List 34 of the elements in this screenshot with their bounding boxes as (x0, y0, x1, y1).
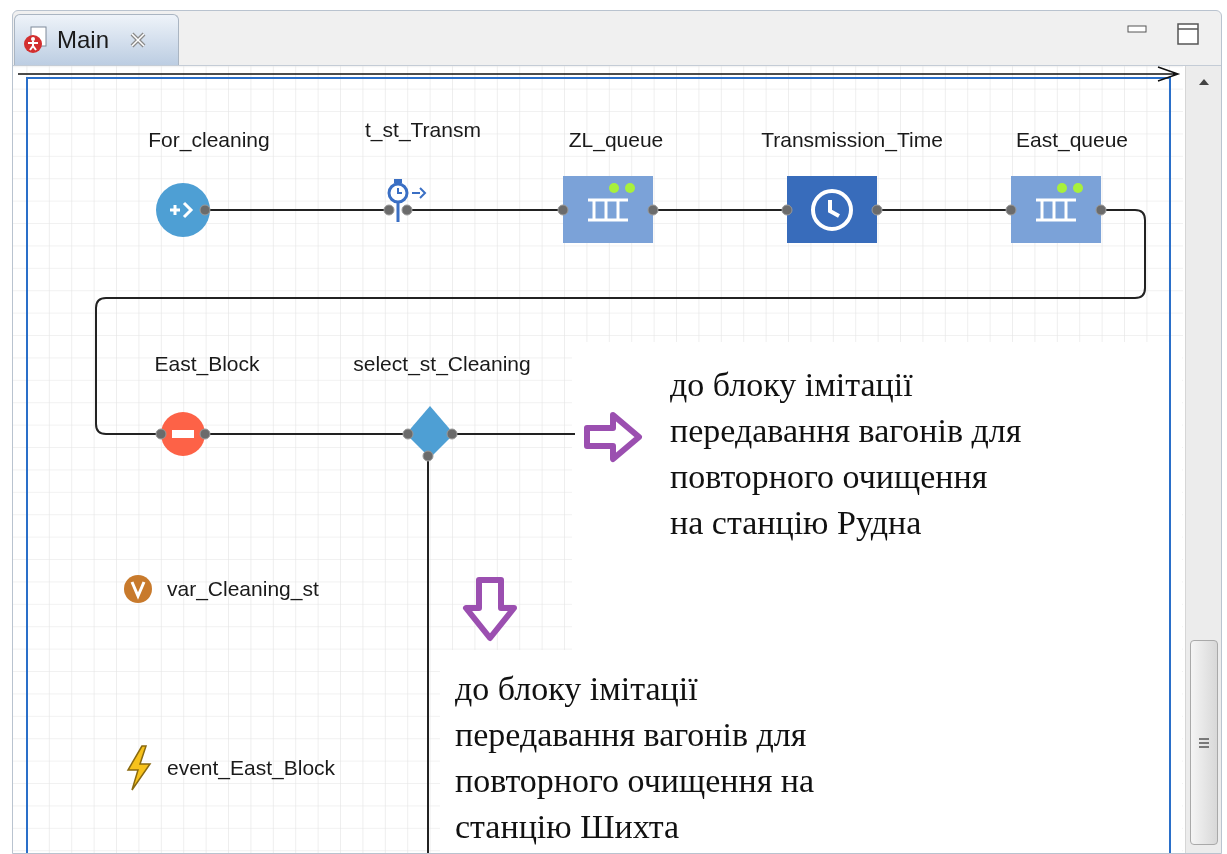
maximize-button[interactable] (1177, 23, 1199, 45)
element-label: event_East_Block (167, 755, 336, 782)
minimize-icon (1127, 25, 1147, 33)
stopwatch-icon (383, 179, 427, 222)
block-label: t_st_Transm (365, 117, 481, 144)
minimize-button[interactable] (1127, 23, 1147, 35)
delay-block-icon (781, 176, 883, 243)
element-label: var_Cleaning_st (167, 576, 319, 603)
annotation-text: до блоку імітації передавання вагонів для повторного очищення на станцію Шихта (455, 669, 815, 847)
lightning-icon (126, 745, 152, 791)
close-icon[interactable] (129, 31, 148, 49)
block-label: For_cleaning (148, 127, 270, 154)
right-arrow-icon (584, 412, 642, 462)
hold-block-icon (155, 412, 211, 456)
scroll-up-icon[interactable] (1197, 78, 1210, 86)
source-block-icon (156, 183, 211, 237)
block-label: select_st_Cleaning (353, 351, 531, 378)
variable-icon (124, 575, 152, 603)
block-label: East_Block (154, 351, 260, 378)
main-tab[interactable]: Main (14, 14, 179, 65)
queue-block-icon (1005, 176, 1107, 243)
down-arrow-icon (463, 577, 517, 641)
select-output-icon (402, 406, 458, 462)
grip-icon (1197, 736, 1210, 749)
annotation-text: до блоку імітації передавання вагонів для повторного очищення на станцію Рудна (670, 365, 1022, 543)
block-label: Transmission_Time (761, 127, 943, 154)
scrollbar-thumb[interactable] (1189, 640, 1218, 845)
maximize-icon (1177, 23, 1199, 45)
block-label: ZL_queue (568, 127, 664, 154)
agent-document-icon (23, 26, 49, 54)
queue-block-icon (557, 176, 659, 243)
block-label: East_queue (1015, 127, 1129, 154)
tab-label: Main (57, 25, 110, 55)
scrollbar[interactable] (1185, 66, 1221, 853)
